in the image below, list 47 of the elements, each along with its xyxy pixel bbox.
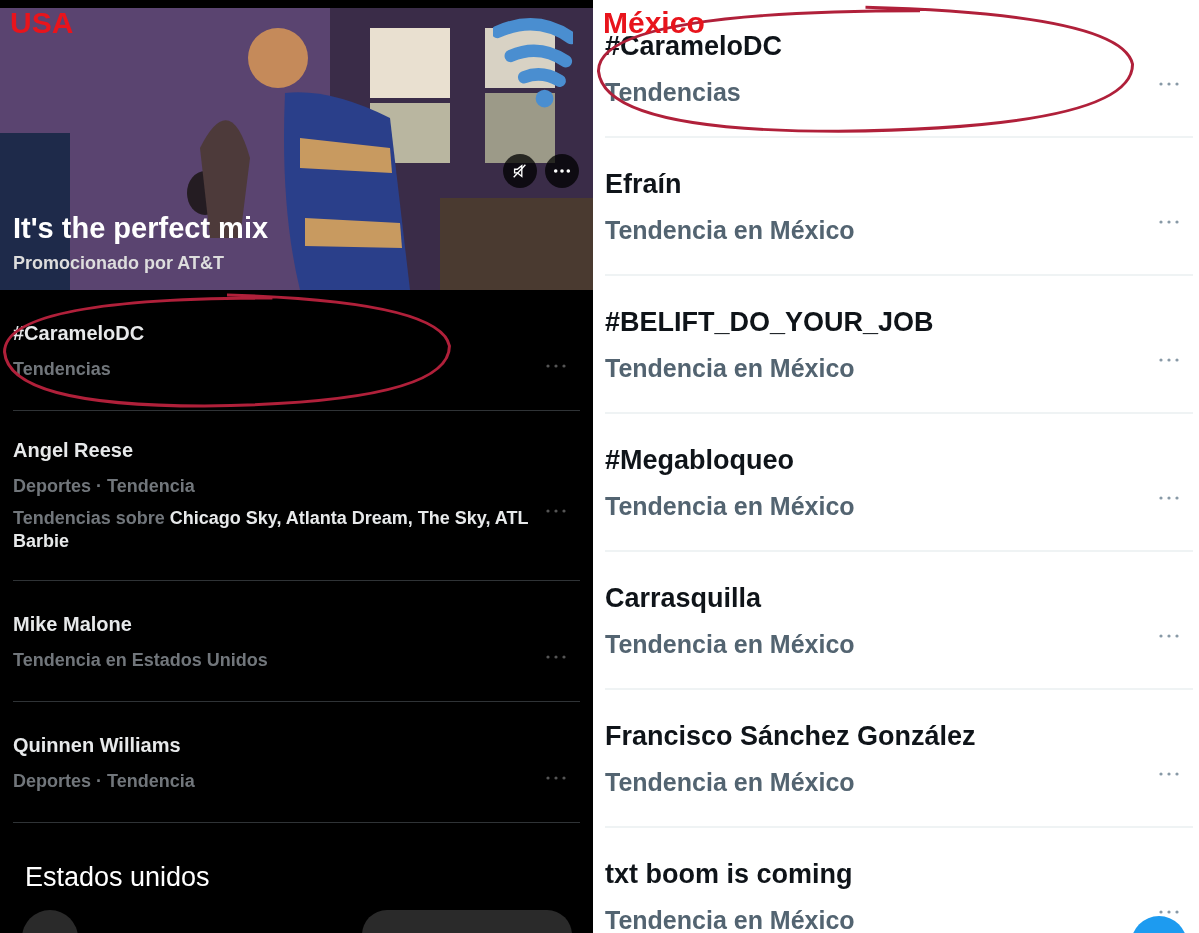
- trend-item[interactable]: #CarameloDC Tendencias: [13, 290, 580, 411]
- caption-text: Estados unidos: [25, 862, 210, 893]
- trend-meta: Tendencia en Estados Unidos: [13, 649, 269, 671]
- muted-speaker-icon: [511, 162, 529, 180]
- trend-title: Efraín: [605, 169, 683, 200]
- trend-title: Carrasquilla: [605, 583, 763, 614]
- trend-title: #CarameloDC: [13, 322, 146, 345]
- trend-meta: Tendencia en México: [605, 354, 856, 383]
- trend-title: Francisco Sánchez González: [605, 721, 977, 752]
- more-icon[interactable]: [1159, 910, 1179, 914]
- country-label: USA: [10, 8, 74, 38]
- trend-meta: Tendencia en México: [605, 492, 856, 521]
- trend-item[interactable]: Quinnen Williams Deportes · Tendencia: [13, 701, 580, 823]
- trend-item[interactable]: Angel Reese Deportes · Tendencia Tendencias sobre Chicago Sky, Atlanta Dream, The Sky, ATL Barbie: [13, 411, 580, 581]
- trend-meta: Deportes · Tendencia: [13, 476, 196, 497]
- trend-item[interactable]: #BELIFT_DO_YOUR_JOB Tendencia en México: [605, 276, 1193, 414]
- more-icon: [553, 168, 571, 174]
- trend-title: Quinnen Williams: [13, 733, 182, 757]
- trend-title: txt boom is coming: [605, 859, 854, 890]
- trend-meta: Tendencias: [13, 359, 112, 380]
- trend-meta: Tendencia en México: [605, 216, 856, 245]
- trend-meta: Deportes · Tendencia: [13, 770, 196, 792]
- more-icon[interactable]: [1159, 772, 1179, 776]
- trend-item[interactable]: Efraín Tendencia en México: [605, 138, 1193, 276]
- trend-related: Tendencias sobre Chicago Sky, Atlanta Dream, The Sky, ATL Barbie: [13, 507, 530, 554]
- trend-meta: Tendencia en México: [605, 630, 856, 659]
- more-icon[interactable]: [546, 775, 566, 780]
- trend-title: Mike Malone: [13, 612, 133, 636]
- more-icon[interactable]: [1159, 220, 1179, 224]
- trend-item[interactable]: Francisco Sánchez González Tendencia en México: [605, 690, 1193, 828]
- more-icon[interactable]: [546, 509, 566, 514]
- trend-item[interactable]: Mike Malone Tendencia en Estados Unidos: [13, 580, 580, 702]
- more-icon[interactable]: [1159, 634, 1179, 638]
- more-icon[interactable]: [1159, 358, 1179, 362]
- more-icon[interactable]: [1159, 82, 1179, 86]
- trend-item[interactable]: #Megabloqueo Tendencia en México: [605, 414, 1193, 552]
- more-icon[interactable]: [1159, 496, 1179, 500]
- more-icon[interactable]: [546, 654, 566, 659]
- promo-title: It's the perfect mix: [13, 212, 269, 245]
- trend-title: #BELIFT_DO_YOUR_JOB: [605, 307, 935, 338]
- trend-item[interactable]: Carrasquilla Tendencia en México: [605, 552, 1193, 690]
- trend-title: #Megabloqueo: [605, 445, 795, 476]
- trend-meta: Tendencia en México: [605, 906, 856, 933]
- promo-sponsor: Promocionado por AT&T: [13, 253, 225, 274]
- trend-title: Angel Reese: [13, 439, 135, 462]
- trend-meta: Tendencia en México: [605, 768, 856, 797]
- more-icon[interactable]: [546, 364, 566, 368]
